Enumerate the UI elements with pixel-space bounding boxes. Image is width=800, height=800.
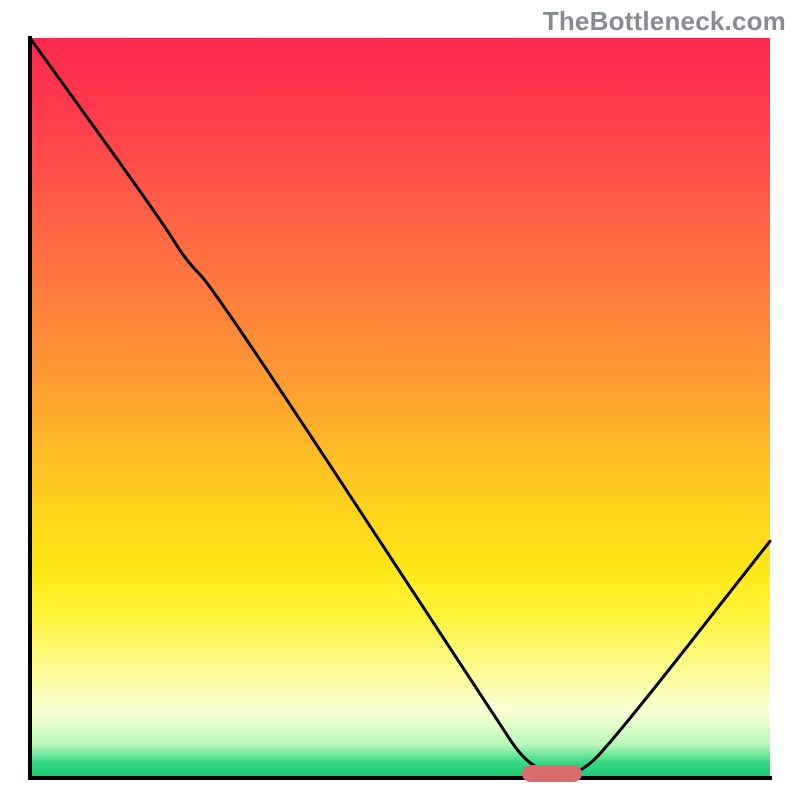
bottleneck-curve: [30, 38, 770, 774]
chart-axes: [28, 36, 772, 780]
optimum-marker: [522, 765, 582, 782]
chart-plot-area: [28, 36, 772, 780]
watermark-text: TheBottleneck.com: [543, 6, 786, 37]
